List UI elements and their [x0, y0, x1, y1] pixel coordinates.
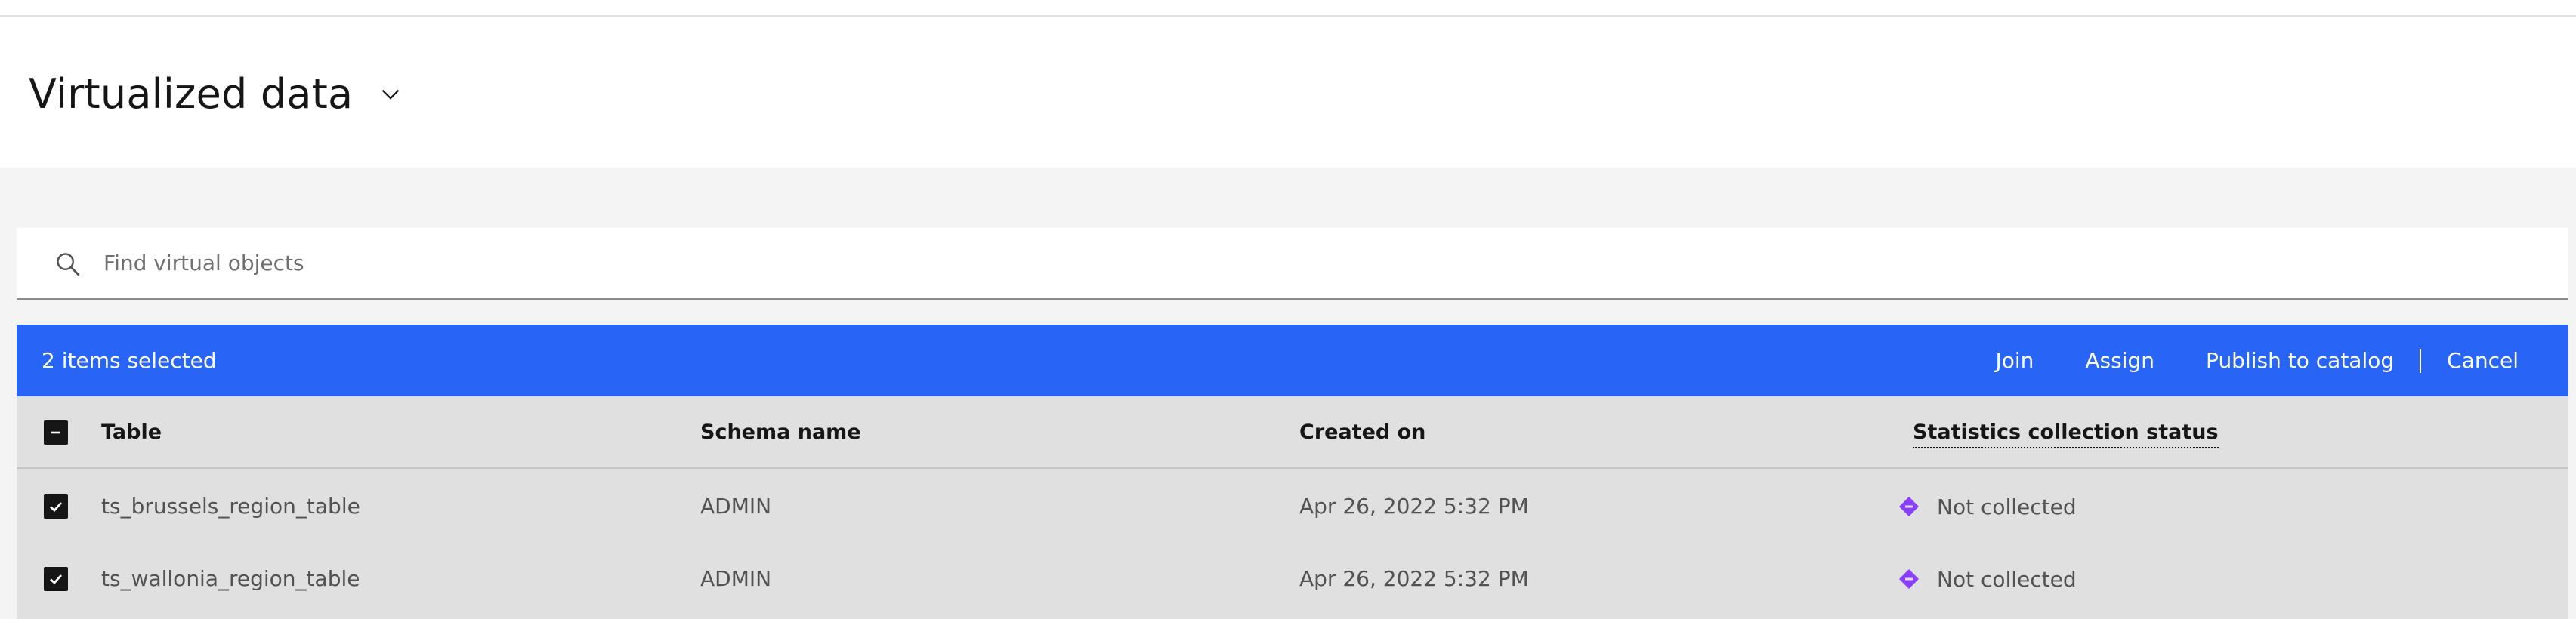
batch-actions: Join Assign Publish to catalog Cancel	[1969, 325, 2544, 396]
minus-icon	[51, 431, 60, 434]
row-checkbox[interactable]	[44, 567, 68, 591]
column-header-table[interactable]: Table	[101, 396, 162, 469]
batch-actions-bar: 2 items selected Join Assign Publish to …	[17, 325, 2568, 396]
column-header-status[interactable]: Statistics collection status	[1913, 396, 2219, 469]
cell-schema-name: ADMIN	[700, 566, 772, 591]
status-text: Not collected	[1937, 566, 2077, 592]
publish-to-catalog-button[interactable]: Publish to catalog	[2180, 325, 2420, 396]
checkmark-icon	[50, 502, 63, 512]
column-header-status-label: Statistics collection status	[1913, 420, 2219, 448]
search-box	[17, 228, 2568, 300]
cell-table-name: ts_brussels_region_table	[101, 494, 360, 519]
diamond-status-icon	[1899, 569, 1919, 589]
join-button[interactable]: Join	[1969, 325, 2059, 396]
table-row[interactable]: ts_wallonia_region_table ADMIN Apr 26, 2…	[17, 543, 2568, 615]
cell-status: Not collected	[1898, 470, 2077, 543]
chevron-down-icon	[381, 89, 400, 100]
cell-status: Not collected	[1898, 543, 2077, 615]
cancel-button[interactable]: Cancel	[2421, 325, 2544, 396]
title-wrap: Virtualized data	[29, 63, 406, 124]
page-title: Virtualized data	[29, 69, 354, 118]
view-switcher-button[interactable]	[375, 79, 406, 109]
table-row[interactable]: ts_brussels_region_table ADMIN Apr 26, 2…	[17, 470, 2568, 543]
column-header-created[interactable]: Created on	[1299, 396, 1425, 469]
selected-count: 2 items selected	[42, 348, 217, 373]
top-bar	[0, 0, 2576, 17]
table-header-row: Table Schema name Created on Statistics …	[17, 396, 2568, 469]
status-text: Not collected	[1937, 494, 2077, 519]
diamond-status-icon	[1899, 497, 1919, 516]
data-table: Table Schema name Created on Statistics …	[17, 396, 2568, 619]
assign-button[interactable]: Assign	[2059, 325, 2180, 396]
cell-table-name: ts_wallonia_region_table	[101, 566, 360, 591]
page-header: Virtualized data	[0, 17, 2576, 168]
search-input[interactable]	[103, 228, 2521, 298]
select-all-checkbox[interactable]	[44, 420, 68, 445]
row-checkbox[interactable]	[44, 494, 68, 519]
cell-created-on: Apr 26, 2022 5:32 PM	[1299, 566, 1529, 591]
column-header-schema[interactable]: Schema name	[700, 396, 861, 469]
cell-created-on: Apr 26, 2022 5:32 PM	[1299, 494, 1529, 519]
checkmark-icon	[50, 574, 63, 584]
search-icon	[57, 253, 80, 276]
cell-schema-name: ADMIN	[700, 494, 772, 519]
